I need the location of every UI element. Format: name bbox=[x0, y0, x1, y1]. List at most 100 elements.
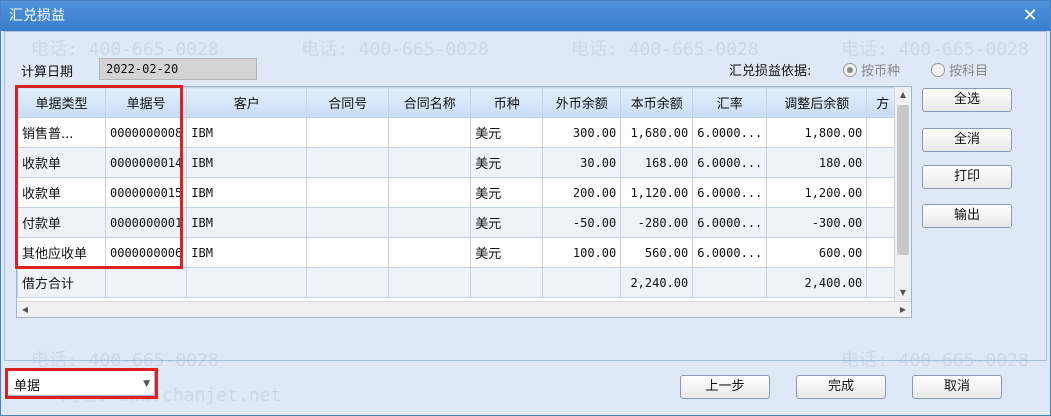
table-cell[interactable] bbox=[470, 267, 544, 298]
table-cell[interactable]: 美元 bbox=[470, 207, 544, 238]
table-cell[interactable] bbox=[388, 237, 472, 268]
table-cell[interactable]: 收款单 bbox=[17, 147, 106, 178]
column-header[interactable]: 外币余额 bbox=[542, 87, 622, 118]
type-select[interactable]: 单据 ▼ bbox=[7, 370, 155, 396]
table-cell[interactable] bbox=[388, 207, 472, 238]
scroll-thumb[interactable] bbox=[897, 105, 909, 255]
table-cell[interactable]: 美元 bbox=[470, 237, 544, 268]
table-cell[interactable]: 美元 bbox=[470, 177, 544, 208]
table-cell[interactable] bbox=[306, 267, 390, 298]
deselect-all-button[interactable]: 全消 bbox=[922, 128, 1012, 152]
table-cell[interactable] bbox=[388, 177, 472, 208]
table-cell[interactable]: 6.0000... bbox=[692, 117, 768, 148]
column-header[interactable]: 汇率 bbox=[692, 87, 768, 118]
table-cell[interactable]: 借方合计 bbox=[17, 267, 106, 298]
vertical-scrollbar[interactable]: ▲ ▼ bbox=[894, 87, 911, 301]
table-cell[interactable]: 6.0000... bbox=[692, 237, 768, 268]
table-cell[interactable]: IBM bbox=[186, 207, 308, 238]
table-cell[interactable]: 600.00 bbox=[766, 237, 868, 268]
table-cell[interactable]: 付款单 bbox=[17, 207, 106, 238]
table-cell[interactable] bbox=[306, 207, 390, 238]
table-cell[interactable]: 销售普... bbox=[17, 117, 106, 148]
table-cell[interactable]: IBM bbox=[186, 177, 308, 208]
table-cell[interactable]: 0000000001 bbox=[104, 207, 188, 238]
title-bar: 汇兑损益 ✕ bbox=[1, 1, 1050, 31]
table-cell[interactable] bbox=[306, 117, 390, 148]
table-row[interactable]: 其他应收单 0000000006 IBM 美元 100.00 560.00 6.0000..… bbox=[17, 237, 900, 268]
exchange-gain-loss-dialog: 汇兑损益 ✕ 电话: 400-665-0028 电话: 400-665-0028… bbox=[0, 0, 1051, 416]
table-cell[interactable]: 其他应收单 bbox=[17, 237, 106, 268]
table-cell[interactable]: 2,240.00 bbox=[620, 267, 694, 298]
table-cell[interactable]: 6.0000... bbox=[692, 207, 768, 238]
column-header[interactable]: 本币余额 bbox=[620, 87, 694, 118]
table-cell[interactable]: 168.00 bbox=[620, 147, 694, 178]
table-cell[interactable]: 180.00 bbox=[766, 147, 868, 178]
table-cell[interactable]: -280.00 bbox=[620, 207, 694, 238]
table-row[interactable]: 付款单 0000000001 IBM 美元 -50.00 -280.00 6.0000...… bbox=[17, 207, 900, 238]
table-cell[interactable] bbox=[388, 117, 472, 148]
radio-by-currency[interactable]: 按币种 bbox=[843, 60, 900, 79]
table-cell[interactable]: 1,800.00 bbox=[766, 117, 868, 148]
horizontal-scrollbar[interactable]: ◀ ▶ bbox=[17, 301, 911, 317]
table-cell[interactable]: 6.0000... bbox=[692, 177, 768, 208]
select-all-button[interactable]: 全选 bbox=[922, 88, 1012, 112]
table-cell[interactable] bbox=[104, 267, 188, 298]
table-cell[interactable]: IBM bbox=[186, 147, 308, 178]
export-button[interactable]: 输出 bbox=[922, 204, 1012, 228]
scroll-up-icon[interactable]: ▲ bbox=[895, 87, 911, 103]
table-cell[interactable]: IBM bbox=[186, 117, 308, 148]
table-row[interactable]: 收款单 0000000015 IBM 美元 200.00 1,120.00 6.0000..… bbox=[17, 177, 900, 208]
table-cell[interactable]: 6.0000... bbox=[692, 147, 768, 178]
chevron-down-icon[interactable]: ▼ bbox=[143, 379, 150, 389]
column-header[interactable]: 单据号 bbox=[104, 87, 188, 118]
total-row[interactable]: 借方合计 2,240.00 2,400.00 bbox=[17, 267, 900, 298]
table-cell[interactable]: 收款单 bbox=[17, 177, 106, 208]
table-cell[interactable]: -50.00 bbox=[542, 207, 622, 238]
table-cell[interactable]: 300.00 bbox=[542, 117, 622, 148]
previous-step-button[interactable]: 上一步 bbox=[680, 375, 770, 399]
table-cell[interactable]: 560.00 bbox=[620, 237, 694, 268]
table-cell[interactable] bbox=[388, 267, 472, 298]
table-cell[interactable]: 0000000008 bbox=[104, 117, 188, 148]
close-icon[interactable]: ✕ bbox=[1020, 1, 1040, 31]
print-button[interactable]: 打印 bbox=[922, 165, 1012, 189]
voucher-grid: 单据类型 单据号 客户 合同号 合同名称 币种 外币余额 本币余额 汇率 调整后余额方 销售普..… bbox=[16, 86, 912, 318]
table-cell[interactable]: -300.00 bbox=[766, 207, 868, 238]
finish-button[interactable]: 完成 bbox=[796, 375, 886, 399]
table-cell[interactable] bbox=[306, 237, 390, 268]
column-header[interactable]: 合同号 bbox=[306, 87, 390, 118]
table-cell[interactable]: 0000000006 bbox=[104, 237, 188, 268]
table-cell[interactable] bbox=[306, 147, 390, 178]
radio-by-account[interactable]: 按科目 bbox=[931, 60, 988, 79]
table-cell[interactable] bbox=[186, 267, 308, 298]
scroll-right-icon[interactable]: ▶ bbox=[895, 302, 911, 317]
table-cell[interactable] bbox=[692, 267, 768, 298]
table-cell[interactable]: 200.00 bbox=[542, 177, 622, 208]
table-row[interactable]: 收款单 0000000014 IBM 美元 30.00 168.00 6.0000... 18… bbox=[17, 147, 900, 178]
table-cell[interactable]: 美元 bbox=[470, 147, 544, 178]
column-header[interactable]: 客户 bbox=[186, 87, 308, 118]
table-cell[interactable] bbox=[306, 177, 390, 208]
table-cell[interactable]: 30.00 bbox=[542, 147, 622, 178]
cancel-button[interactable]: 取消 bbox=[912, 375, 1002, 399]
column-header[interactable]: 调整后余额 bbox=[766, 87, 868, 118]
column-header[interactable]: 合同名称 bbox=[388, 87, 472, 118]
table-cell[interactable]: 0000000015 bbox=[104, 177, 188, 208]
table-cell[interactable]: 2,400.00 bbox=[766, 267, 868, 298]
table-cell[interactable]: 0000000014 bbox=[104, 147, 188, 178]
table-cell[interactable]: 美元 bbox=[470, 117, 544, 148]
scroll-left-icon[interactable]: ◀ bbox=[17, 302, 33, 317]
table-cell[interactable] bbox=[388, 147, 472, 178]
table-cell[interactable]: 1,120.00 bbox=[620, 177, 694, 208]
column-header[interactable]: 单据类型 bbox=[17, 87, 106, 118]
table-cell[interactable]: 100.00 bbox=[542, 237, 622, 268]
table-cell[interactable]: 1,200.00 bbox=[766, 177, 868, 208]
table-row[interactable]: 销售普... 0000000008 IBM 美元 300.00 1,680.00 6.000… bbox=[17, 117, 900, 148]
radio-label: 按币种 bbox=[861, 64, 901, 79]
table-cell[interactable]: 1,680.00 bbox=[620, 117, 694, 148]
scroll-down-icon[interactable]: ▼ bbox=[895, 285, 911, 301]
table-cell[interactable] bbox=[542, 267, 622, 298]
table-cell[interactable]: IBM bbox=[186, 237, 308, 268]
column-header[interactable]: 币种 bbox=[470, 87, 544, 118]
date-field[interactable]: 2022-02-20 bbox=[99, 58, 257, 80]
